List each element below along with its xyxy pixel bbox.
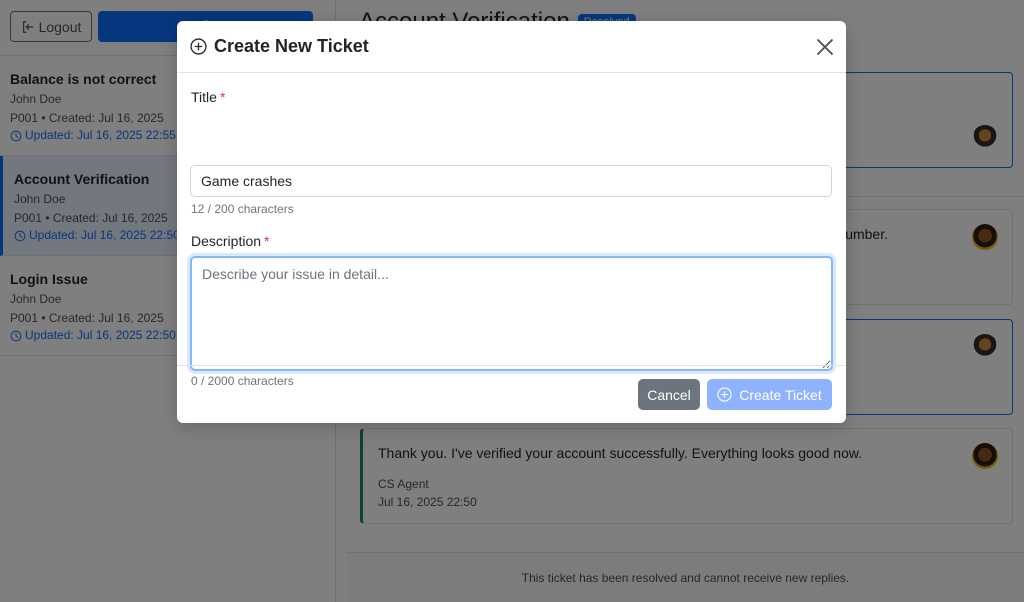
close-icon[interactable] [815, 37, 835, 57]
title-input[interactable] [190, 165, 832, 197]
description-input[interactable] [190, 256, 833, 371]
cancel-button[interactable]: Cancel [638, 379, 700, 410]
modal-title: Create New Ticket [190, 36, 369, 57]
create-ticket-label: Create Ticket [739, 386, 822, 403]
create-ticket-button[interactable]: Create Ticket [707, 379, 832, 410]
app-root: Logout Balance is not correct John Doe P… [0, 0, 1024, 602]
modal-footer: Cancel Create Ticket [177, 365, 846, 423]
description-label-text: Description [191, 233, 262, 249]
description-label: Description * [191, 233, 269, 249]
title-char-counter: 12 / 200 characters [191, 202, 294, 216]
plus-circle-icon [717, 387, 732, 402]
create-ticket-modal: Create New Ticket Title* 12 / 200 charac… [177, 21, 846, 423]
modal-body: Title* 12 / 200 characters Description* … [177, 73, 846, 388]
title-label: Title * [191, 89, 225, 105]
modal-title-text: Create New Ticket [214, 36, 369, 56]
required-mark: * [219, 89, 226, 105]
title-label-text: Title [191, 89, 217, 105]
plus-circle-icon [190, 38, 207, 55]
modal-header: Create New Ticket [177, 21, 846, 73]
required-mark: * [264, 233, 270, 249]
